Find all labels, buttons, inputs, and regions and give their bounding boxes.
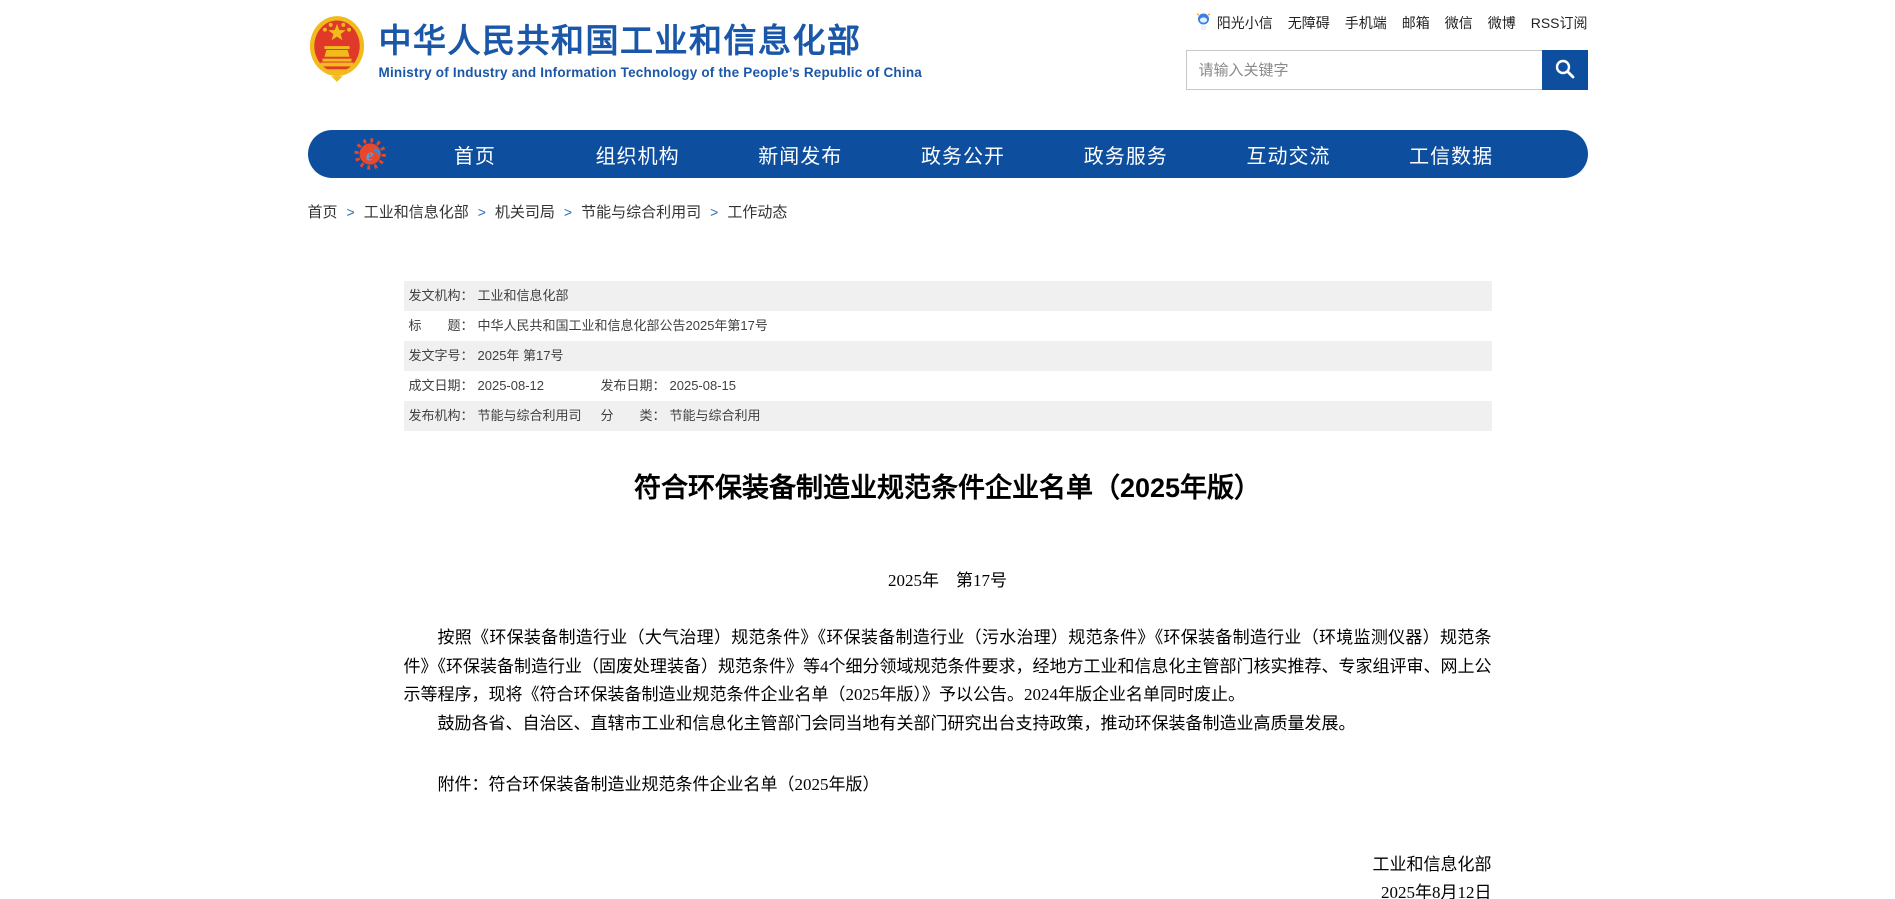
mobile-link[interactable]: 手机端 (1345, 13, 1387, 33)
nav-item-news[interactable]: 新闻发布 (719, 140, 882, 169)
site-title-cn: 中华人民共和国工业和信息化部 (379, 23, 922, 59)
document-area: 发文机构： 工业和信息化部 标 题： 中华人民共和国工业和信息化部公告2025年… (404, 281, 1492, 899)
nav-item-gov-services[interactable]: 政务服务 (1044, 140, 1207, 169)
search-bar (1186, 50, 1588, 90)
breadcrumb-item-home[interactable]: 首页 (308, 201, 338, 222)
rss-link[interactable]: RSS订阅 (1531, 13, 1588, 33)
attachment-line: 附件：符合环保装备制造业规范条件企业名单（2025年版） (404, 770, 1492, 795)
svg-text:e: e (365, 145, 373, 164)
article-body: 按照《环保装备制造行业（大气治理）规范条件》《环保装备制造行业（污水治理）规范条… (404, 624, 1492, 738)
wechat-link[interactable]: 微信 (1445, 13, 1473, 33)
search-input[interactable] (1186, 50, 1542, 90)
nav-item-interaction[interactable]: 互动交流 (1207, 140, 1370, 169)
article-paragraph: 鼓励各省、自治区、直辖市工业和信息化主管部门会同当地有关部门研究出台支持政策，推… (404, 710, 1492, 739)
breadcrumb-separator: > (478, 204, 486, 220)
meta-row-issuing-agency: 发文机构： 工业和信息化部 (404, 281, 1492, 311)
utility-links: 阳光小信 无障碍 手机端 邮箱 微信 微博 RSS订阅 (1195, 12, 1588, 34)
nav-item-gov-disclosure[interactable]: 政务公开 (882, 140, 1045, 169)
announcement-number: 2025年 第17号 (404, 566, 1492, 591)
breadcrumb-item-energy-dept[interactable]: 节能与综合利用司 (581, 201, 701, 222)
sunshine-assistant-link[interactable]: 阳光小信 (1195, 12, 1273, 34)
breadcrumb-separator: > (564, 204, 572, 220)
nav-item-home[interactable]: 首页 (394, 140, 557, 169)
accessibility-link[interactable]: 无障碍 (1288, 13, 1330, 33)
national-emblem-icon (308, 14, 366, 89)
document-meta-table: 发文机构： 工业和信息化部 标 题： 中华人民共和国工业和信息化部公告2025年… (404, 281, 1492, 431)
meta-row-publisher-category: 发布机构： 节能与综合利用司 分 类： 节能与综合利用 (404, 401, 1492, 431)
meta-row-doc-number: 发文字号： 2025年 第17号 (404, 341, 1492, 371)
header-right: 阳光小信 无障碍 手机端 邮箱 微信 微博 RSS订阅 (1186, 10, 1588, 90)
signature-date: 2025年8月12日 (404, 879, 1492, 899)
page: 中华人民共和国工业和信息化部 Ministry of Industry and … (0, 0, 1895, 899)
signature-block: 工业和信息化部 2025年8月12日 (404, 851, 1492, 899)
breadcrumb-item-miit[interactable]: 工业和信息化部 (364, 201, 469, 222)
breadcrumb-item-work-updates[interactable]: 工作动态 (727, 201, 787, 222)
mail-link[interactable]: 邮箱 (1402, 13, 1430, 33)
miit-gear-logo-icon: e (354, 137, 388, 171)
brand-text: 中华人民共和国工业和信息化部 Ministry of Industry and … (379, 23, 922, 79)
nav-list: 首页 组织机构 新闻发布 政务公开 政务服务 互动交流 工信数据 (394, 140, 1588, 169)
meta-row-dates: 成文日期： 2025-08-12 发布日期： 2025-08-15 (404, 371, 1492, 401)
nav-item-miit-data[interactable]: 工信数据 (1370, 140, 1533, 169)
weibo-link[interactable]: 微博 (1488, 13, 1516, 33)
search-button[interactable] (1542, 50, 1588, 90)
breadcrumb-item-departments[interactable]: 机关司局 (495, 201, 555, 222)
site-title-en: Ministry of Industry and Information Tec… (379, 65, 922, 80)
article-title: 符合环保装备制造业规范条件企业名单（2025年版） (404, 469, 1492, 507)
breadcrumb-separator: > (710, 204, 718, 220)
main-nav: e 首页 组织机构 新闻发布 政务公开 政务服务 互动交流 工信数据 (308, 130, 1588, 178)
breadcrumb-separator: > (347, 204, 355, 220)
breadcrumb: 首页 > 工业和信息化部 > 机关司局 > 节能与综合利用司 > 工作动态 (308, 201, 1588, 222)
search-icon (1554, 58, 1576, 83)
signature-agency: 工业和信息化部 (404, 851, 1492, 879)
site-brand-link[interactable]: 中华人民共和国工业和信息化部 Ministry of Industry and … (308, 10, 922, 89)
site-header: 中华人民共和国工业和信息化部 Ministry of Industry and … (308, 0, 1588, 110)
article-paragraph: 按照《环保装备制造行业（大气治理）规范条件》《环保装备制造行业（污水治理）规范条… (404, 624, 1492, 710)
robot-assistant-icon (1195, 12, 1212, 34)
nav-item-organization[interactable]: 组织机构 (556, 140, 719, 169)
meta-row-title: 标 题： 中华人民共和国工业和信息化部公告2025年第17号 (404, 311, 1492, 341)
